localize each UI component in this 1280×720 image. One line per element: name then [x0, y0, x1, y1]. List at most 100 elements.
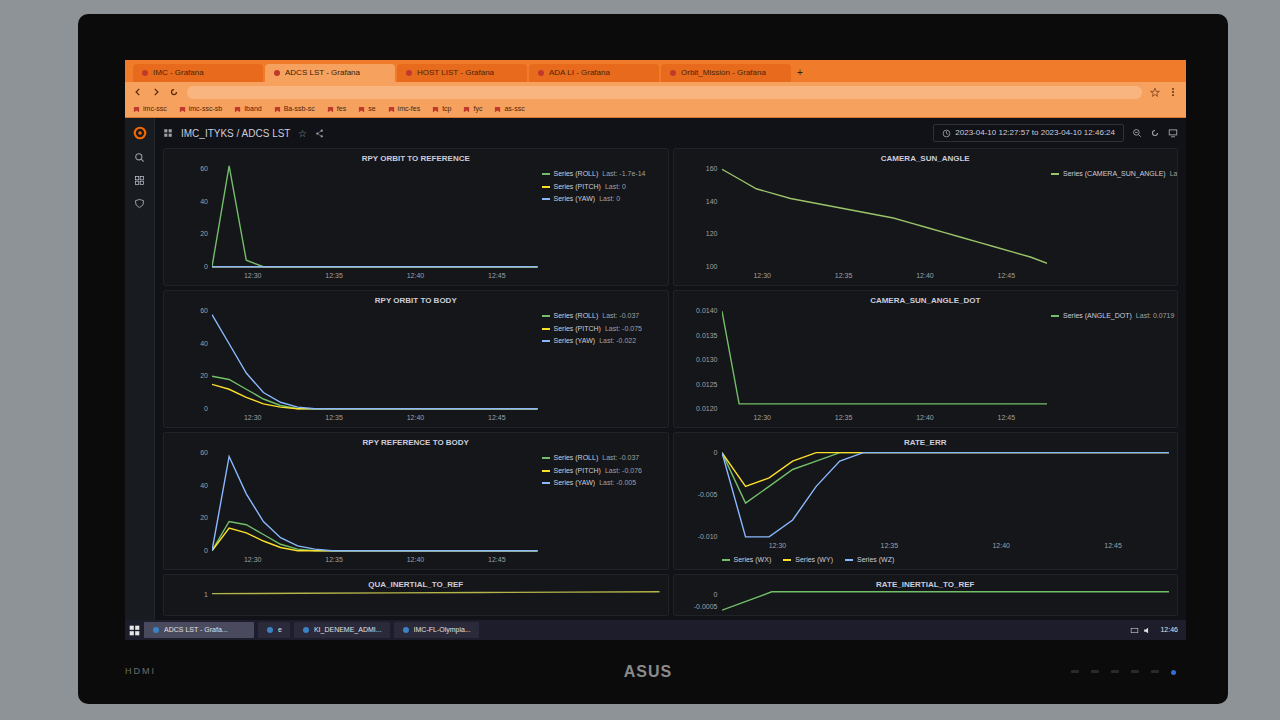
x-axis: 12:3012:3512:4012:45: [682, 541, 1170, 551]
y-axis: 6040200: [172, 165, 208, 271]
y-tick: 0.0120: [682, 405, 718, 413]
chart-area: 0-0.005-0.01012:3012:3512:4012:45: [682, 449, 1170, 551]
chart-area: 604020012:3012:3512:4012:45: [172, 449, 538, 565]
taskbar-label: e: [278, 625, 282, 636]
chart-panel: CAMERA_SUN_ANGLE16014012010012:3012:3512…: [673, 148, 1179, 286]
series-line: [722, 592, 1170, 610]
monitor-button[interactable]: [1151, 670, 1159, 673]
browser-tab[interactable]: ADA LI - Grafana: [529, 64, 659, 82]
grafana-logo-icon: [133, 126, 147, 140]
refresh-icon: [1150, 128, 1160, 138]
monitor-button[interactable]: [1131, 670, 1139, 673]
bookmark[interactable]: imc-ssc-sb: [179, 104, 222, 115]
x-tick: 12:45: [1104, 541, 1122, 551]
tab-label: IMC - Grafana: [153, 67, 204, 79]
x-tick: 12:40: [992, 541, 1010, 551]
shield-icon: [134, 198, 145, 209]
x-tick: 12:40: [407, 413, 425, 423]
series-line: [212, 592, 660, 594]
search-icon: [134, 152, 145, 163]
legend-item[interactable]: Series (PITCH)Last: 0: [542, 182, 660, 193]
legend: Series (ROLL)Last: -1.7e-14 Series (PITCH…: [542, 165, 660, 281]
browser-tab[interactable]: HOST LIST - Grafana: [397, 64, 527, 82]
chart-panel: RPY ORBIT TO BODY604020012:3012:3512:401…: [163, 290, 669, 428]
legend-swatch: [542, 198, 550, 200]
legend-item[interactable]: Series (ROLL)Last: -0.037: [542, 311, 660, 322]
forward-icon: [151, 87, 161, 97]
breadcrumb[interactable]: IMC_ITYKS / ADCS LST: [181, 126, 290, 141]
legend-item[interactable]: Series (YAW)Last: -0.005: [542, 478, 660, 489]
bookmark[interactable]: as-ssc: [494, 104, 524, 115]
taskbar-item[interactable]: e: [258, 622, 290, 638]
legend-item[interactable]: Series (WY): [783, 555, 833, 566]
panel-title: RATE_INERTIAL_TO_REF: [682, 579, 1170, 591]
bookmark-icon: [463, 106, 470, 113]
legend-swatch: [542, 470, 550, 472]
x-tick: 12:30: [753, 413, 771, 423]
sidebar: [125, 118, 155, 620]
bookmark[interactable]: fyc: [463, 104, 482, 115]
legend-swatch: [542, 186, 550, 188]
power-led: [1171, 670, 1176, 675]
monitor-button[interactable]: [1091, 670, 1099, 673]
browser-tab[interactable]: Orbit_Mission - Grafana: [661, 64, 791, 82]
legend-item[interactable]: Series (PITCH)Last: -0.075: [542, 324, 660, 335]
time-picker[interactable]: 2023-04-10 12:27:57 to 2023-04-10 12:46:…: [933, 124, 1124, 142]
monitor-button[interactable]: [1071, 670, 1079, 673]
y-tick: 120: [682, 230, 718, 238]
chart-panel: RATE_ERR0-0.005-0.01012:3012:3512:4012:4…: [673, 432, 1179, 570]
grafana-app: IMC_ITYKS / ADCS LST ☆ 2023-04-10 12:27:57…: [125, 118, 1186, 620]
dashboard-header: IMC_ITYKS / ADCS LST ☆ 2023-04-10 12:27:57…: [163, 118, 1178, 148]
chart-panel: CAMERA_SUN_ANGLE_DOT0.01400.01350.01300.…: [673, 290, 1179, 428]
app-icon: [266, 626, 274, 634]
bookmark[interactable]: imc-ssc: [133, 104, 167, 115]
bookmark-label: fes: [337, 104, 346, 115]
bookmark[interactable]: tcp: [432, 104, 451, 115]
y-tick: 40: [172, 198, 208, 206]
x-tick: 12:30: [244, 413, 262, 423]
bookmark[interactable]: imc-fes: [388, 104, 421, 115]
legend-item[interactable]: Series (ROLL)Last: -1.7e-14: [542, 169, 660, 180]
bookmark-label: se: [368, 104, 375, 115]
legend-swatch: [1051, 315, 1059, 317]
y-tick: 0.0130: [682, 356, 718, 364]
panel-body: 0-0.005-0.01012:3012:3512:4012:45Series …: [682, 449, 1170, 565]
legend-last: Last: 0.0719: [1136, 311, 1175, 322]
y-tick: 0.0135: [682, 332, 718, 340]
legend-item[interactable]: Series (WX): [722, 555, 772, 566]
new-tab-button[interactable]: +: [793, 65, 807, 82]
x-tick: 12:35: [325, 413, 343, 423]
screen: IMC - Grafana ADCS LST - GrafanaHOST LIST…: [125, 60, 1186, 640]
legend-item[interactable]: Series (YAW)Last: -0.022: [542, 336, 660, 347]
series-line: [722, 453, 1170, 487]
x-tick: 12:40: [407, 271, 425, 281]
y-tick: 20: [172, 230, 208, 238]
taskbar-item[interactable]: IMC-FL-Olympia...: [394, 622, 479, 638]
series-line: [212, 384, 538, 408]
legend-item[interactable]: Series (PITCH)Last: -0.076: [542, 466, 660, 477]
legend-label: Series (PITCH): [554, 466, 601, 477]
bookmark[interactable]: se: [358, 104, 375, 115]
bookmark[interactable]: fes: [327, 104, 346, 115]
legend-item[interactable]: Series (CAMERA_SUN_ANGLE)Last: 102: [1051, 169, 1169, 180]
legend-item[interactable]: Series (WZ): [845, 555, 894, 566]
browser-tab[interactable]: ADCS LST - Grafana: [265, 64, 395, 82]
series-line: [722, 453, 1170, 537]
address-bar[interactable]: [187, 86, 1142, 99]
star-button[interactable]: ☆: [298, 126, 307, 141]
bookmark-icon: [494, 106, 501, 113]
y-tick: 20: [172, 514, 208, 522]
legend-item[interactable]: Series (ROLL)Last: -0.037: [542, 453, 660, 464]
browser-tab[interactable]: IMC - Grafana: [133, 64, 263, 82]
taskbar-item[interactable]: KI_DENEME_ADMI...: [294, 622, 390, 638]
bookmark-label: Ba-ssb-sc: [284, 104, 315, 115]
monitor-button[interactable]: [1111, 670, 1119, 673]
series-line: [212, 266, 538, 267]
bookmark[interactable]: Ba-ssb-sc: [274, 104, 315, 115]
legend-last: Last: -0.075: [605, 324, 642, 335]
taskbar-item[interactable]: ADCS LST - Grafa...: [144, 622, 254, 638]
bookmark[interactable]: Iband: [234, 104, 262, 115]
legend-item[interactable]: Series (ANGLE_DOT)Last: 0.0719: [1051, 311, 1169, 322]
x-tick: 12:35: [835, 413, 853, 423]
legend-item[interactable]: Series (YAW)Last: 0: [542, 194, 660, 205]
